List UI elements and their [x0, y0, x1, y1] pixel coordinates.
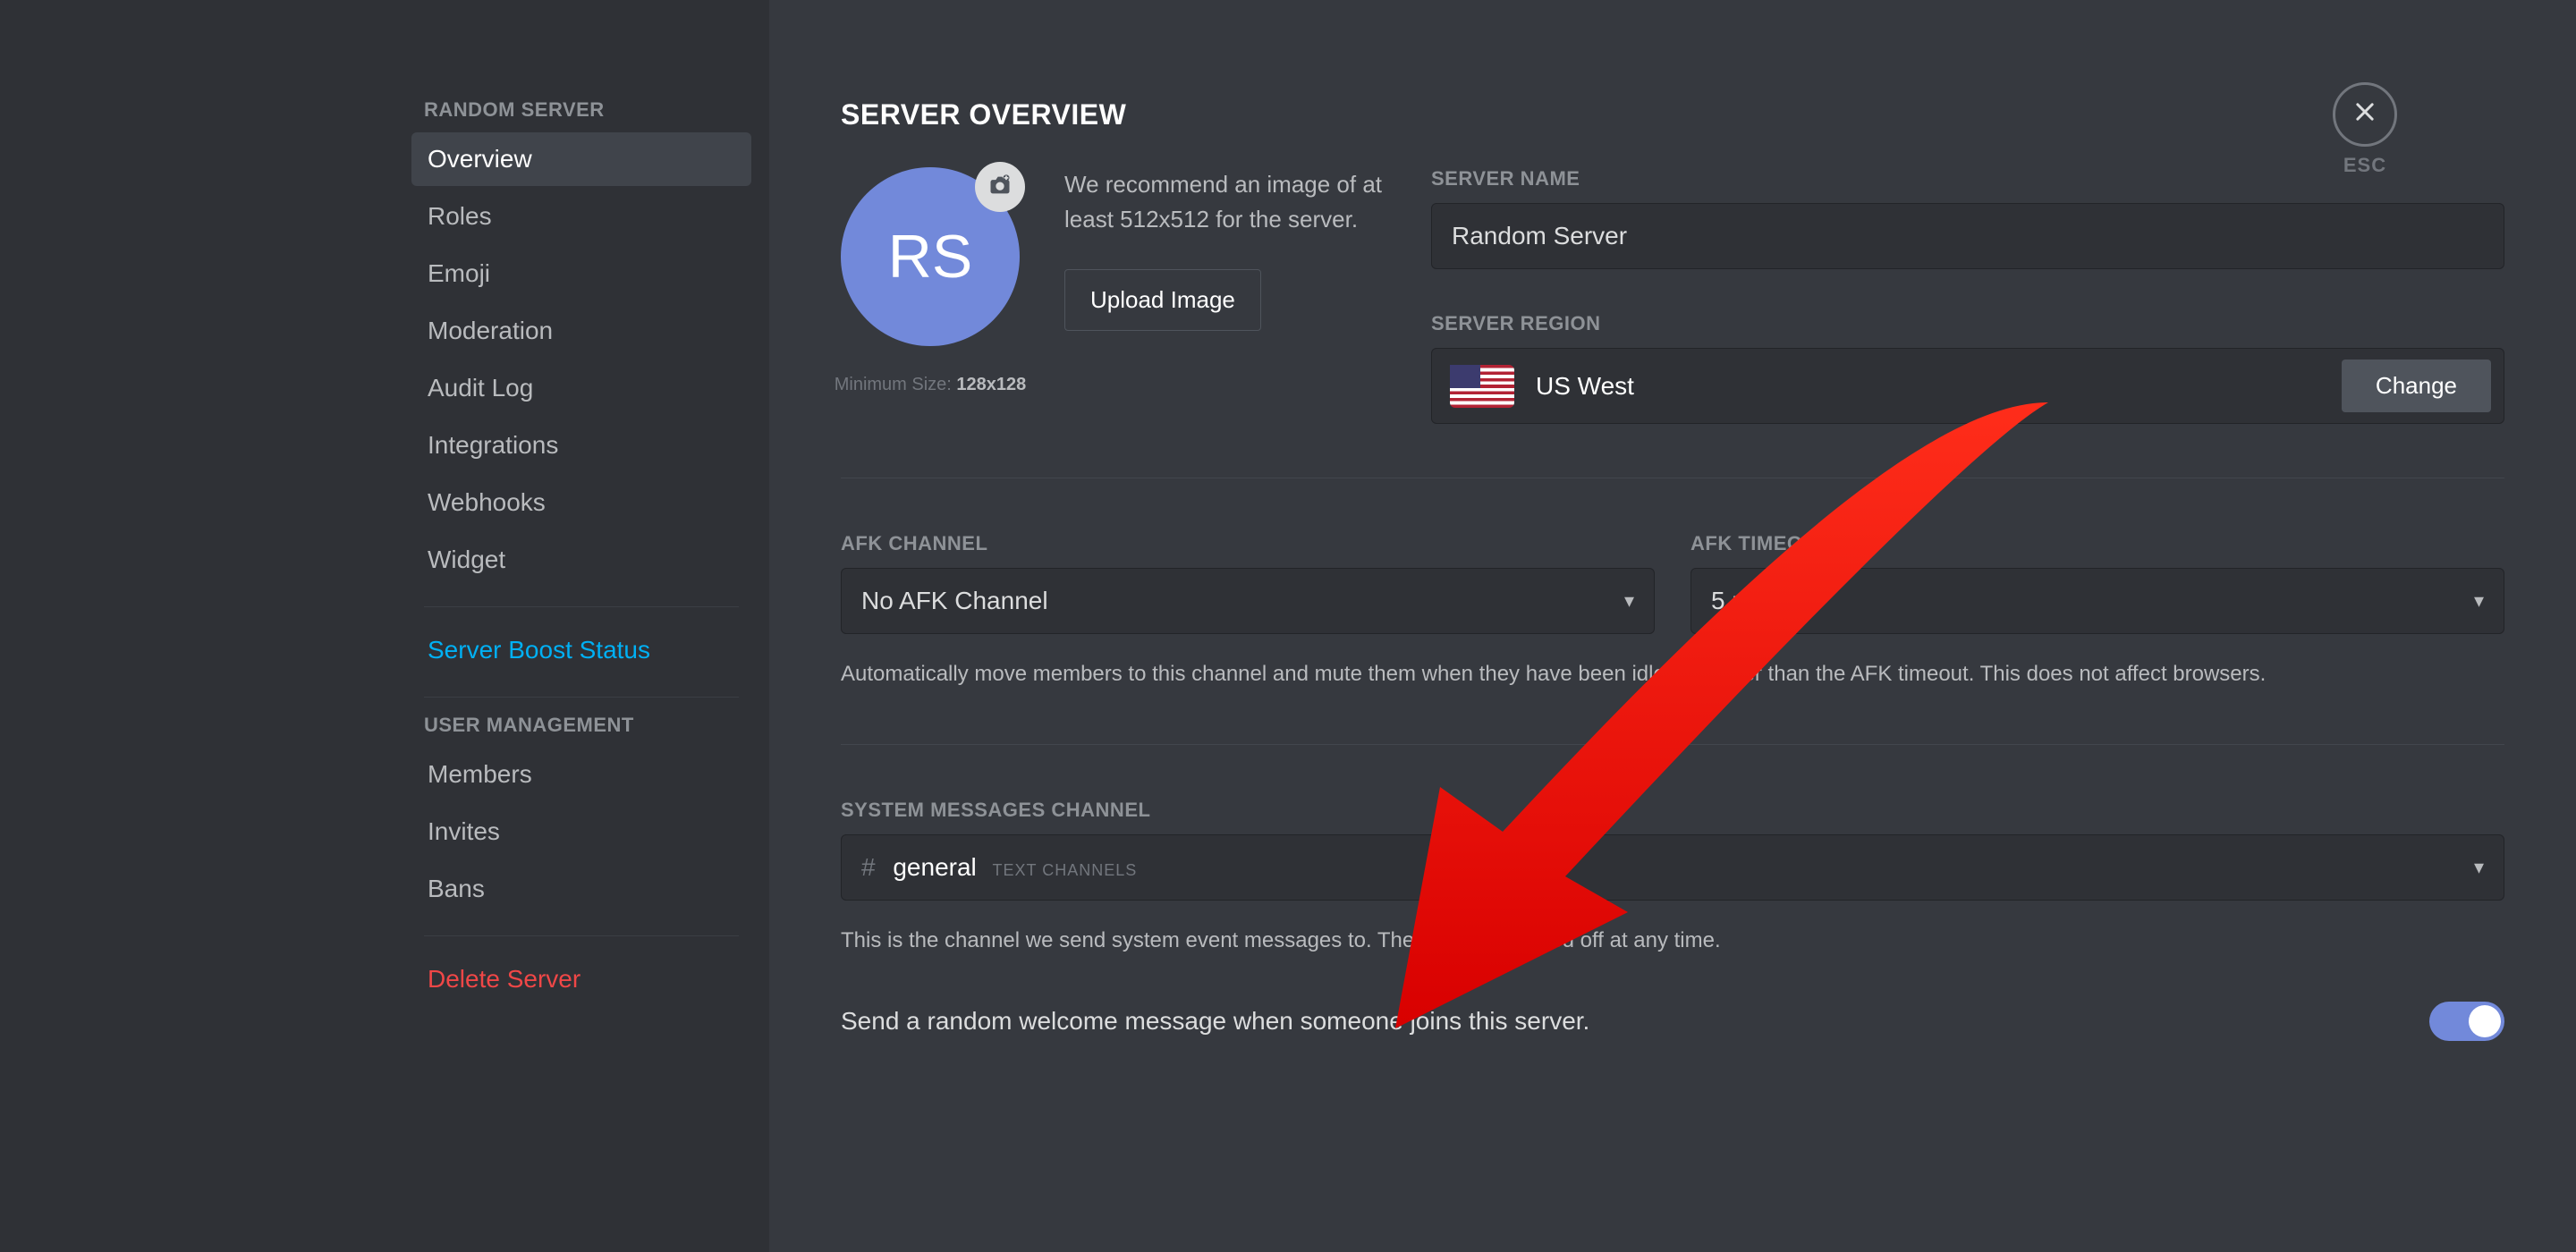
sidebar-divider: [424, 606, 739, 607]
sidebar-item-label: Delete Server: [428, 965, 580, 993]
sidebar-item-webhooks[interactable]: Webhooks: [411, 476, 751, 529]
sidebar-item-label: Webhooks: [428, 488, 546, 516]
chevron-down-icon: ▾: [2474, 589, 2484, 613]
sidebar-item-widget[interactable]: Widget: [411, 533, 751, 587]
server-region-label: Server Region: [1431, 312, 2504, 335]
sidebar-divider: [424, 935, 739, 936]
sidebar-item-invites[interactable]: Invites: [411, 805, 751, 859]
sidebar-item-label: Moderation: [428, 317, 553, 344]
sidebar-item-label: Audit Log: [428, 374, 533, 402]
sidebar-item-overview[interactable]: Overview: [411, 132, 751, 186]
server-region-value: US West: [1536, 372, 2320, 401]
afk-channel-label: AFK Channel: [841, 532, 1655, 555]
main-content: ESC SERVER OVERVIEW RS Minimum Size: 128…: [769, 0, 2576, 1252]
sidebar-item-moderation[interactable]: Moderation: [411, 304, 751, 358]
avatar-initials: RS: [888, 222, 972, 292]
sidebar-item-label: Emoji: [428, 259, 490, 287]
sidebar-item-label: Invites: [428, 817, 500, 845]
toggle-knob: [2469, 1005, 2501, 1037]
section-divider: [841, 744, 2504, 745]
close-button[interactable]: [2333, 82, 2397, 147]
welcome-toggle[interactable]: [2429, 1002, 2504, 1041]
sidebar-item-label: Overview: [428, 145, 532, 173]
sidebar-item-label: Members: [428, 760, 532, 788]
change-region-button[interactable]: Change: [2342, 360, 2491, 412]
sidebar-server-header: Random Server: [411, 98, 751, 132]
close-area: ESC: [2333, 82, 2397, 177]
chevron-down-icon: ▾: [1624, 589, 1634, 613]
sidebar-item-label: Roles: [428, 202, 492, 230]
sidebar-item-integrations[interactable]: Integrations: [411, 419, 751, 472]
sidebar-user-mgmt-header: User Management: [411, 714, 751, 748]
upload-image-badge[interactable]: [975, 162, 1025, 212]
afk-timeout-label: AFK Timeout: [1690, 532, 2504, 555]
afk-timeout-value: 5 minutes: [1711, 587, 1819, 615]
hash-icon: #: [861, 853, 876, 881]
server-name-input[interactable]: [1431, 203, 2504, 269]
sidebar-item-label: Widget: [428, 546, 505, 573]
settings-sidebar: Random Server Overview Roles Emoji Moder…: [394, 0, 769, 1252]
sidebar-item-emoji[interactable]: Emoji: [411, 247, 751, 300]
sidebar-item-label: Bans: [428, 875, 485, 902]
system-channel-label: System Messages Channel: [841, 799, 2504, 822]
server-avatar[interactable]: RS: [841, 167, 1020, 346]
system-channel-name: general: [893, 853, 976, 881]
sidebar-item-label: Integrations: [428, 431, 558, 459]
welcome-toggle-label: Send a random welcome message when someo…: [841, 1007, 1589, 1036]
image-upload-icon: [987, 173, 1013, 202]
min-size-text: Minimum Size: 128x128: [835, 375, 1027, 395]
system-channel-select[interactable]: # general Text Channels ▾: [841, 834, 2504, 901]
sidebar-item-members[interactable]: Members: [411, 748, 751, 801]
page-title: SERVER OVERVIEW: [841, 98, 2504, 131]
afk-timeout-select[interactable]: 5 minutes ▾: [1690, 568, 2504, 634]
sidebar-item-bans[interactable]: Bans: [411, 862, 751, 916]
recommend-text: We recommend an image of at least 512x51…: [1064, 167, 1386, 237]
system-channel-category: Text Channels: [993, 861, 1138, 879]
afk-channel-select[interactable]: No AFK Channel ▾: [841, 568, 1655, 634]
sidebar-item-boost-status[interactable]: Server Boost Status: [411, 623, 751, 677]
system-channel-help: This is the channel we send system event…: [841, 924, 2504, 957]
afk-help-text: Automatically move members to this chann…: [841, 657, 2504, 690]
close-icon: [2352, 97, 2377, 132]
sidebar-item-delete-server[interactable]: Delete Server: [411, 952, 751, 1006]
server-region-box: US West Change: [1431, 348, 2504, 424]
sidebar-item-audit-log[interactable]: Audit Log: [411, 361, 751, 415]
afk-channel-value: No AFK Channel: [861, 587, 1048, 615]
annotation-arrow: [1360, 385, 2075, 1100]
sidebar-divider: [424, 697, 739, 698]
sidebar-item-roles[interactable]: Roles: [411, 190, 751, 243]
us-flag-icon: [1450, 365, 1514, 408]
upload-image-button[interactable]: Upload Image: [1064, 269, 1261, 331]
chevron-down-icon: ▾: [2474, 856, 2484, 879]
sidebar-item-label: Server Boost Status: [428, 636, 650, 664]
esc-label: ESC: [2333, 154, 2397, 177]
